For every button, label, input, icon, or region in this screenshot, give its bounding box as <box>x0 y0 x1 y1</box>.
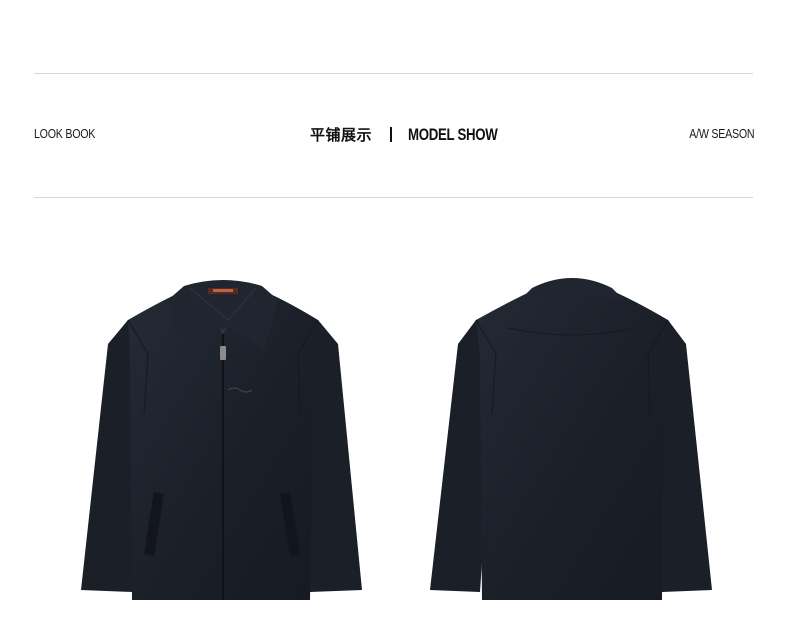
title-separator <box>390 127 393 142</box>
jacket-front-image <box>81 280 362 600</box>
season-label: A/W SEASON <box>688 126 754 141</box>
look-book-label: LOOK BOOK <box>34 126 96 141</box>
title-chinese: 平铺展示 <box>310 126 373 144</box>
title-english: MODEL SHOW <box>408 124 498 144</box>
top-divider <box>34 73 753 74</box>
bottom-divider <box>34 197 753 198</box>
page-title: 平铺展示 MODEL SHOW <box>310 124 523 145</box>
jacket-back-image <box>430 278 712 600</box>
